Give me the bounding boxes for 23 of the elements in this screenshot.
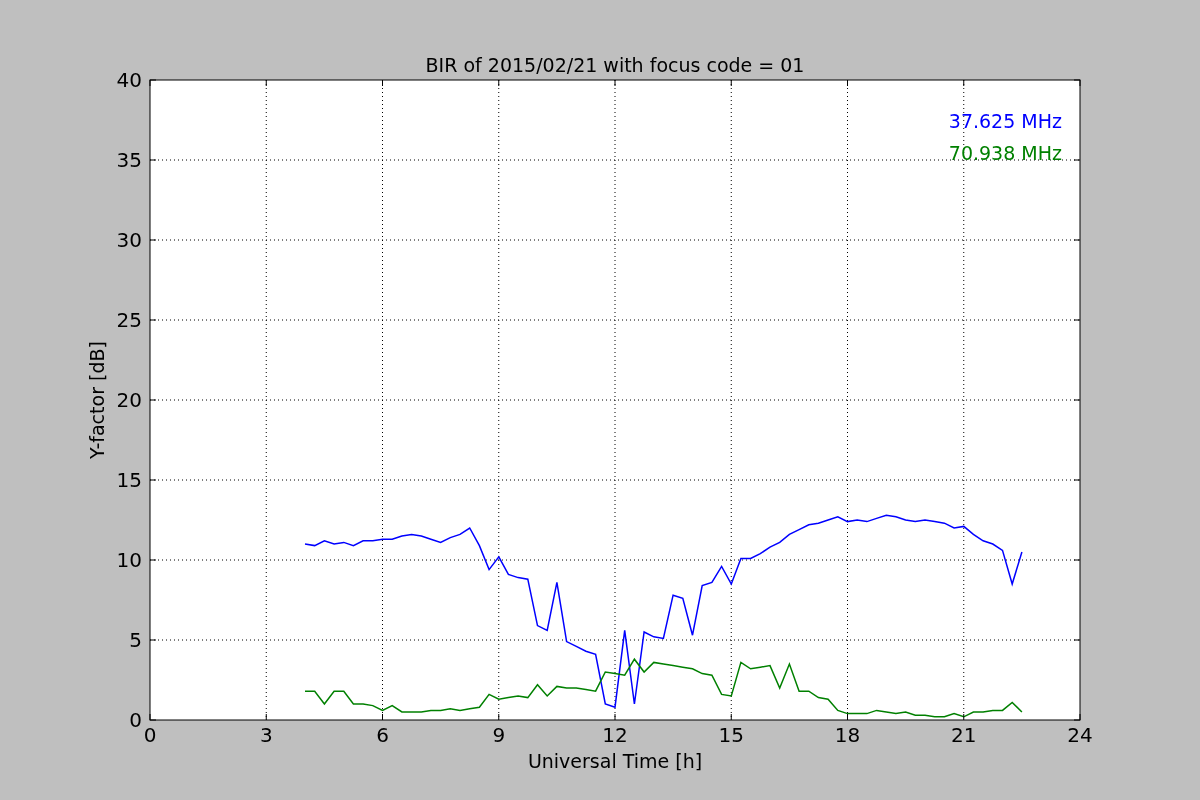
x-tick-label: 12 (602, 723, 628, 747)
x-tick-label: 18 (834, 723, 861, 747)
y-tick-label: 30 (116, 228, 142, 252)
y-tick-label: 15 (116, 468, 142, 492)
x-tick-label: 6 (376, 723, 389, 747)
y-tick-label: 5 (129, 628, 142, 652)
legend-label: 70.938 MHz (948, 142, 1062, 164)
y-tick-label: 20 (116, 388, 142, 412)
y-tick-label: 10 (116, 548, 142, 572)
x-tick-label: 9 (492, 723, 506, 747)
y-tick-label: 25 (116, 308, 142, 332)
y-tick-label: 40 (116, 68, 142, 92)
x-tick-label: 21 (951, 723, 977, 747)
x-tick-label: 15 (718, 723, 744, 747)
x-tick-label: 24 (1067, 723, 1093, 747)
y-tick-label: 35 (116, 148, 142, 172)
x-tick-label: 3 (259, 723, 273, 747)
x-tick-label: 0 (143, 723, 157, 747)
y-axis-label: Y-factor [dB] (86, 341, 108, 459)
y-tick-label: 0 (129, 708, 142, 732)
chart-title: BIR of 2015/02/21 with focus code = 01 (425, 54, 805, 76)
legend-label: 37.625 MHz (948, 110, 1062, 132)
x-axis-label: Universal Time [h] (527, 750, 703, 772)
